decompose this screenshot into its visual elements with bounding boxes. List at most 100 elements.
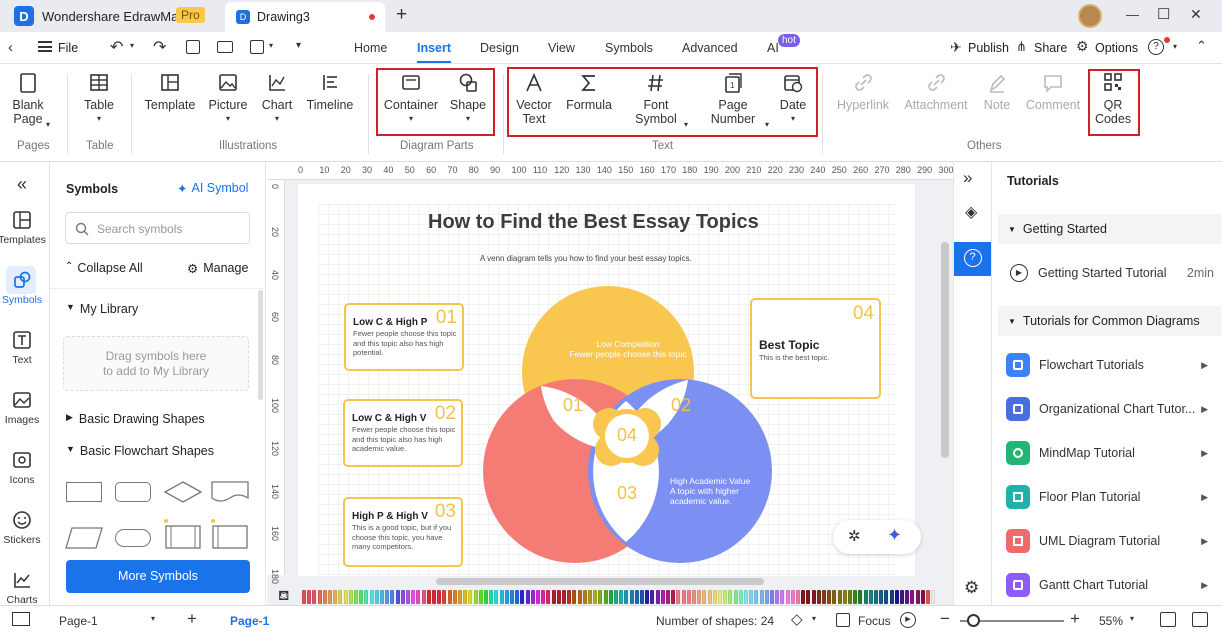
color-swatch[interactable] (458, 590, 462, 604)
settings-gear-icon[interactable]: ⚙ (964, 578, 979, 598)
color-swatch[interactable] (796, 590, 800, 604)
zoom-level[interactable]: 55% (1099, 614, 1123, 628)
color-swatch[interactable] (530, 590, 535, 604)
chart-button[interactable]: Chart ▾ (259, 72, 295, 126)
venn-top-label[interactable]: Low Competition Fewer people choose this… (553, 339, 703, 359)
color-swatch[interactable] (905, 590, 910, 604)
zoom-dropdown-icon[interactable]: ▾ (1130, 614, 1134, 623)
color-swatch[interactable] (645, 590, 650, 604)
add-page-button[interactable]: + (187, 609, 197, 629)
color-swatch[interactable] (920, 590, 925, 604)
color-swatch[interactable] (348, 590, 353, 604)
flowchart-shape-process[interactable] (66, 482, 102, 502)
layers-dropdown-icon[interactable]: ▾ (812, 614, 816, 623)
color-swatch[interactable] (608, 590, 613, 604)
color-swatch[interactable] (842, 590, 847, 604)
card-02[interactable]: Low C & High V Fewer people choose this … (343, 399, 463, 467)
color-swatch[interactable] (593, 590, 598, 604)
manage-button[interactable]: ⚙ Manage (187, 261, 248, 276)
ai-assistant-icon[interactable]: ✦ (887, 525, 902, 546)
color-swatch[interactable] (546, 590, 551, 604)
color-swatch[interactable] (364, 590, 369, 604)
nav-charts[interactable]: Charts (0, 570, 44, 606)
color-swatch[interactable] (900, 590, 904, 604)
flowchart-shape-rounded[interactable] (115, 482, 151, 502)
flowchart-shape-terminator[interactable] (115, 529, 151, 547)
flowchart-shape-decision[interactable] (163, 480, 203, 504)
fill-bucket-icon[interactable]: ⛾ (278, 587, 289, 606)
comment-button[interactable]: Comment (1025, 72, 1081, 112)
gear-icon[interactable]: ⚙ (1076, 38, 1089, 55)
venn-number-02[interactable]: 02 (671, 395, 691, 416)
fullscreen-icon[interactable] (1192, 612, 1208, 627)
color-swatch[interactable] (562, 590, 566, 604)
color-swatch[interactable] (463, 590, 468, 604)
color-swatch[interactable] (666, 590, 670, 604)
color-swatch[interactable] (640, 590, 644, 604)
picture-button[interactable]: Picture ▾ (206, 72, 250, 126)
color-swatch[interactable] (411, 590, 416, 604)
color-swatch[interactable] (692, 590, 696, 604)
tab-symbols[interactable]: Symbols (605, 41, 653, 55)
color-swatch[interactable] (307, 590, 312, 604)
color-swatch[interactable] (837, 590, 842, 604)
tab-view[interactable]: View (548, 41, 575, 55)
color-swatch[interactable] (302, 590, 306, 604)
color-swatch[interactable] (452, 590, 457, 604)
undo-icon[interactable]: ↶ (110, 37, 123, 57)
nav-symbols[interactable]: Symbols (0, 270, 44, 306)
color-swatch[interactable] (733, 590, 738, 604)
color-swatch[interactable] (406, 590, 410, 604)
color-swatch[interactable] (770, 590, 774, 604)
color-swatch[interactable] (603, 590, 608, 604)
publish-icon[interactable]: ✈ (950, 39, 962, 56)
color-swatch[interactable] (754, 590, 759, 604)
focus-button[interactable]: Focus (858, 614, 891, 628)
note-button[interactable]: Note (982, 72, 1012, 112)
card-03[interactable]: High P & High V This is a good topic, bu… (343, 497, 463, 567)
panel-scrollbar[interactable] (258, 290, 263, 400)
color-swatch[interactable] (723, 590, 728, 604)
focus-icon[interactable] (836, 613, 850, 627)
color-swatch[interactable] (473, 590, 478, 604)
color-swatch[interactable] (775, 590, 780, 604)
color-swatch[interactable] (520, 590, 525, 604)
zoom-in-button[interactable]: + (1070, 609, 1080, 629)
color-swatch[interactable] (338, 590, 343, 604)
color-swatch[interactable] (926, 590, 930, 604)
color-swatch[interactable] (894, 590, 899, 604)
nav-text[interactable]: Text (0, 330, 44, 366)
search-input[interactable]: Search symbols (65, 212, 250, 244)
zoom-slider-thumb[interactable] (967, 614, 980, 627)
nav-icons[interactable]: Icons (0, 450, 44, 486)
color-swatch[interactable] (738, 590, 743, 604)
zoom-out-button[interactable]: − (940, 609, 950, 629)
color-swatch[interactable] (853, 590, 858, 604)
tab-insert[interactable]: Insert (417, 41, 451, 55)
back-icon[interactable]: ‹ (8, 39, 13, 56)
common-diagrams-header[interactable]: ▼ Tutorials for Common Diagrams (998, 306, 1221, 336)
getting-started-header[interactable]: ▼ Getting Started (998, 214, 1221, 244)
color-swatch[interactable] (369, 590, 374, 604)
color-swatch[interactable] (884, 590, 889, 604)
venn-right-label[interactable]: High Academic Value A topic with higher … (670, 476, 760, 506)
color-swatch[interactable] (317, 590, 322, 604)
color-swatch[interactable] (780, 590, 785, 604)
template-button[interactable]: Template (144, 72, 196, 112)
page-select[interactable]: Page-1 (59, 614, 98, 628)
color-swatch[interactable] (541, 590, 546, 604)
color-swatch[interactable] (619, 590, 624, 604)
color-swatch[interactable] (395, 590, 400, 604)
color-swatch[interactable] (515, 590, 520, 604)
tab-home[interactable]: Home (354, 41, 387, 55)
timeline-button[interactable]: Timeline (305, 72, 355, 112)
color-swatch[interactable] (816, 590, 821, 604)
color-swatch[interactable] (671, 590, 676, 604)
color-swatch[interactable] (333, 590, 338, 604)
help-dropdown-icon[interactable]: ▾ (1173, 42, 1177, 51)
close-button[interactable]: ✕ (1190, 6, 1202, 23)
color-swatch[interactable] (655, 590, 660, 604)
card-01[interactable]: Low C & High P Fewer people choose this … (344, 303, 464, 371)
color-swatch[interactable] (915, 590, 920, 604)
color-swatch[interactable] (442, 590, 447, 604)
